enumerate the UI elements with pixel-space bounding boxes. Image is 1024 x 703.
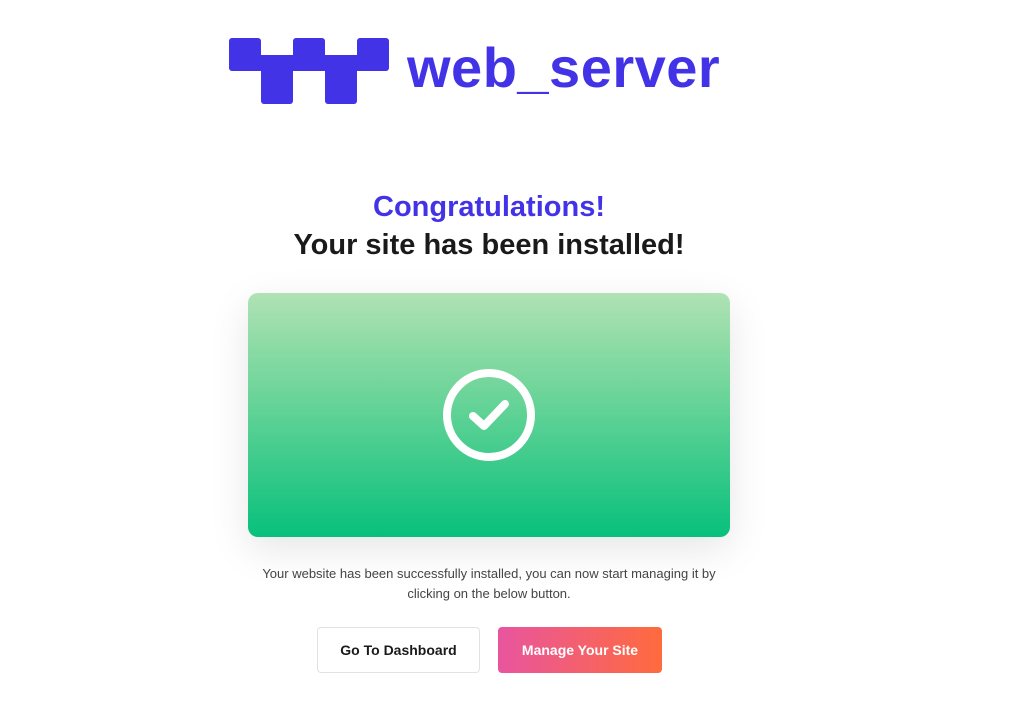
logo: web_server xyxy=(229,38,720,104)
logo-mark-icon xyxy=(229,38,389,104)
logo-text: web_server xyxy=(407,36,721,99)
go-to-dashboard-button[interactable]: Go To Dashboard xyxy=(317,627,480,673)
manage-your-site-button[interactable]: Manage Your Site xyxy=(498,627,662,673)
installed-heading: Your site has been installed! xyxy=(293,229,685,261)
congrats-heading: Congratulations! xyxy=(373,191,605,223)
check-circle-icon xyxy=(443,369,535,461)
success-card xyxy=(248,293,730,537)
install-description: Your website has been successfully insta… xyxy=(262,566,716,601)
page: web_server Congratulations! Your site ha… xyxy=(0,0,1024,703)
